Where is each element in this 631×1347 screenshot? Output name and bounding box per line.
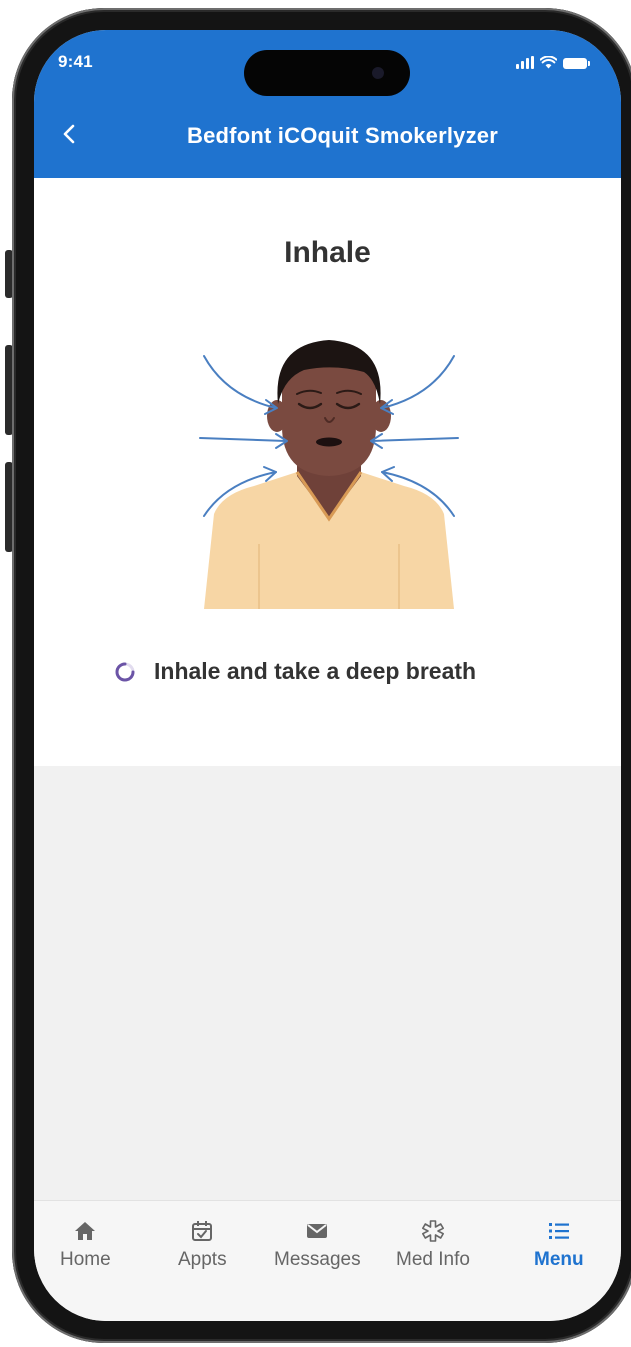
bottom-tab-bar: Home Appts Messages Med Info Menu [34,1200,621,1321]
tab-label: Med Info [396,1249,470,1270]
back-button[interactable] [58,122,82,146]
tab-label: Home [60,1249,111,1270]
tab-med-info[interactable]: Med Info [396,1219,470,1271]
house-icon [75,1222,96,1240]
chevron-left-icon [63,124,75,144]
instruction-row: Inhale and take a deep breath [114,658,476,685]
calendar-check-icon [192,1221,213,1241]
app-header: 9:41 Bedfont iCOquit Smokerlyzer [34,30,621,178]
status-icons [516,56,590,69]
tab-appts[interactable]: Appts [178,1219,227,1271]
tab-messages[interactable]: Messages [274,1219,361,1271]
medical-star-icon [421,1220,444,1242]
tab-menu[interactable]: Menu [534,1219,584,1271]
battery-icon [563,58,590,69]
phone-frame: 9:41 Bedfont iCOquit Smokerlyzer Inhale … [12,8,631,1343]
tab-label: Messages [274,1249,361,1270]
step-title: Inhale [284,236,371,269]
device-mockup: 9:41 Bedfont iCOquit Smokerlyzer Inhale … [0,0,631,1347]
envelope-icon [307,1224,328,1238]
cellular-signal-icon [516,56,534,69]
loading-spinner-icon [115,662,135,681]
list-icon [548,1223,569,1239]
status-time: 9:41 [58,52,93,71]
tab-label: Appts [178,1249,227,1270]
tab-label: Menu [534,1249,584,1270]
wifi-icon [540,56,557,69]
instruction-text: Inhale and take a deep breath [154,658,477,684]
dynamic-island [244,50,410,96]
phone-screen: 9:41 Bedfont iCOquit Smokerlyzer Inhale … [34,30,621,1321]
person-inhaling-illustration [164,314,494,609]
inhale-step-card: Inhale Inhale and take a deep breath [34,178,621,766]
tab-home[interactable]: Home [60,1219,111,1271]
page-title: Bedfont iCOquit Smokerlyzer [187,123,498,148]
